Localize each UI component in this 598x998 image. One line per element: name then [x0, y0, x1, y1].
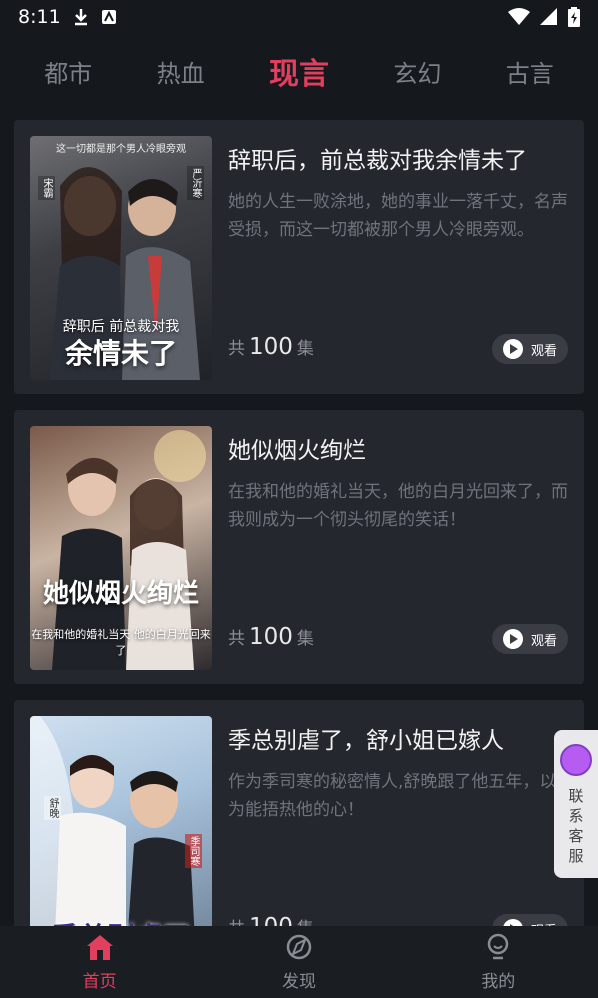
drama-description: 作为季司寒的秘密情人,舒晚跟了他五年，以为能捂热他的心！ — [228, 772, 557, 820]
poster-title: 她似烟火绚烂 — [42, 579, 199, 609]
episode-count-number: 100 — [249, 334, 293, 360]
play-icon — [502, 339, 523, 359]
poster-tagline: 这一切都是那个男人冷眼旁观 — [56, 144, 186, 155]
play-icon — [502, 919, 523, 926]
customer-service-label: 联系客服 — [568, 787, 584, 865]
card-info: 辞职后，前总裁对我余情未了 她的人生一败涂地，她的事业一落千丈，名声受损，而这一… — [228, 144, 568, 244]
status-time: 8:11 — [18, 6, 61, 28]
battery-icon — [568, 7, 580, 27]
poster-title: 余情未了 — [64, 337, 177, 370]
signal-icon — [540, 8, 557, 25]
drama-feed[interactable]: 这一切都是那个男人冷眼旁观 宋霸 严沂寒 辞职后 前总裁对我 余情未了 辞职后，… — [14, 120, 584, 926]
watch-label: 观看 — [530, 343, 557, 359]
episode-count-prefix: 共 — [228, 339, 245, 359]
poster-image[interactable]: 舒晚 季司寒 季总别虐了 — [30, 716, 212, 926]
home-icon — [86, 934, 113, 960]
download-icon — [74, 9, 87, 26]
play-icon — [502, 629, 523, 649]
poster-title: 季总别虐了 — [30, 916, 212, 926]
episode-count-prefix: 共 — [228, 629, 245, 649]
watch-label: 观看 — [530, 633, 557, 649]
watch-button[interactable]: 观看 — [492, 914, 568, 926]
customer-service-icon — [560, 744, 592, 776]
drama-card[interactable]: 她似烟火绚烂 在我和他的婚礼当天 他的白月光回来了 她似烟火绚烂 在我和他的婚礼… — [14, 410, 584, 684]
bottom-nav: 首页 发现 我的 — [0, 926, 598, 998]
drama-title[interactable]: 季总别虐了，舒小姐已嫁人 — [228, 724, 568, 758]
poster-subtitle: 在我和他的婚礼当天 他的白月光回来了 — [31, 628, 211, 657]
drama-card[interactable]: 这一切都是那个男人冷眼旁观 宋霸 严沂寒 辞职后 前总裁对我 余情未了 辞职后，… — [14, 120, 584, 394]
card-info: 她似烟火绚烂 在我和他的婚礼当天，他的白月光回来了，而我则成为一个彻头彻尾的笑话… — [228, 434, 568, 534]
poster-name-right: 季司寒 — [185, 834, 202, 868]
drama-description: 在我和他的婚礼当天，他的白月光回来了，而我则成为一个彻头彻尾的笑话！ — [228, 482, 568, 530]
episode-count-number: 100 — [249, 914, 293, 926]
poster-image[interactable]: 这一切都是那个男人冷眼旁观 宋霸 严沂寒 辞职后 前总裁对我 余情未了 — [30, 136, 212, 380]
drama-title[interactable]: 辞职后，前总裁对我余情未了 — [228, 144, 568, 178]
episode-count: 共 100 集 — [228, 334, 314, 360]
drama-title[interactable]: 她似烟火绚烂 — [228, 434, 568, 468]
episode-count: 共 100 集 — [228, 624, 314, 650]
nav-discover[interactable]: 发现 — [239, 933, 359, 992]
tab-xianyan[interactable]: 现言 — [269, 49, 329, 93]
customer-service-button[interactable]: 联系客服 — [554, 730, 598, 878]
drama-description: 她的人生一败涂地，她的事业一落千丈，名声受损，而这一切都被那个男人冷眼旁观。 — [228, 192, 568, 240]
episode-count-number: 100 — [249, 624, 293, 650]
poster-name-right: 严沂寒 — [187, 166, 204, 200]
status-bar: 8:11 — [0, 0, 598, 34]
watch-button[interactable]: 观看 — [492, 624, 568, 654]
nav-profile-label: 我的 — [481, 971, 516, 992]
card-info: 季总别虐了，舒小姐已嫁人 作为季司寒的秘密情人,舒晚跟了他五年，以为能捂热他的心… — [228, 724, 568, 824]
wifi-icon — [508, 8, 530, 25]
profile-icon — [488, 933, 509, 959]
nav-home[interactable]: 首页 — [40, 933, 160, 992]
category-tabs: 都市 热血 现言 玄幻 古言 — [0, 44, 598, 98]
episode-count-suffix: 集 — [296, 339, 314, 359]
tab-rexue[interactable]: 热血 — [157, 54, 205, 89]
tab-dushi[interactable]: 都市 — [44, 54, 92, 89]
episode-count-suffix: 集 — [297, 914, 314, 926]
watch-button[interactable]: 观看 — [492, 334, 568, 364]
episode-count: 共 100 集 — [228, 914, 314, 926]
episode-count-suffix: 集 — [296, 629, 314, 649]
app-notification-icon — [101, 10, 116, 24]
nav-discover-label: 发现 — [281, 971, 316, 992]
episode-count-prefix: 共 — [228, 914, 245, 926]
poster-name-left: 舒晚 — [44, 796, 61, 820]
poster-name-left: 宋霸 — [38, 176, 55, 200]
nav-home-label: 首页 — [82, 971, 117, 992]
tab-guyan[interactable]: 古言 — [506, 54, 554, 89]
poster-image[interactable]: 她似烟火绚烂 在我和他的婚礼当天 他的白月光回来了 — [30, 426, 212, 670]
nav-profile[interactable]: 我的 — [438, 933, 558, 992]
tab-xuanhuan[interactable]: 玄幻 — [393, 54, 441, 89]
poster-art — [30, 716, 195, 926]
drama-card[interactable]: 舒晚 季司寒 季总别虐了 季总别虐了，舒小姐已嫁人 作为季司寒的秘密情人,舒晚跟… — [14, 700, 584, 926]
discover-icon — [286, 934, 312, 959]
